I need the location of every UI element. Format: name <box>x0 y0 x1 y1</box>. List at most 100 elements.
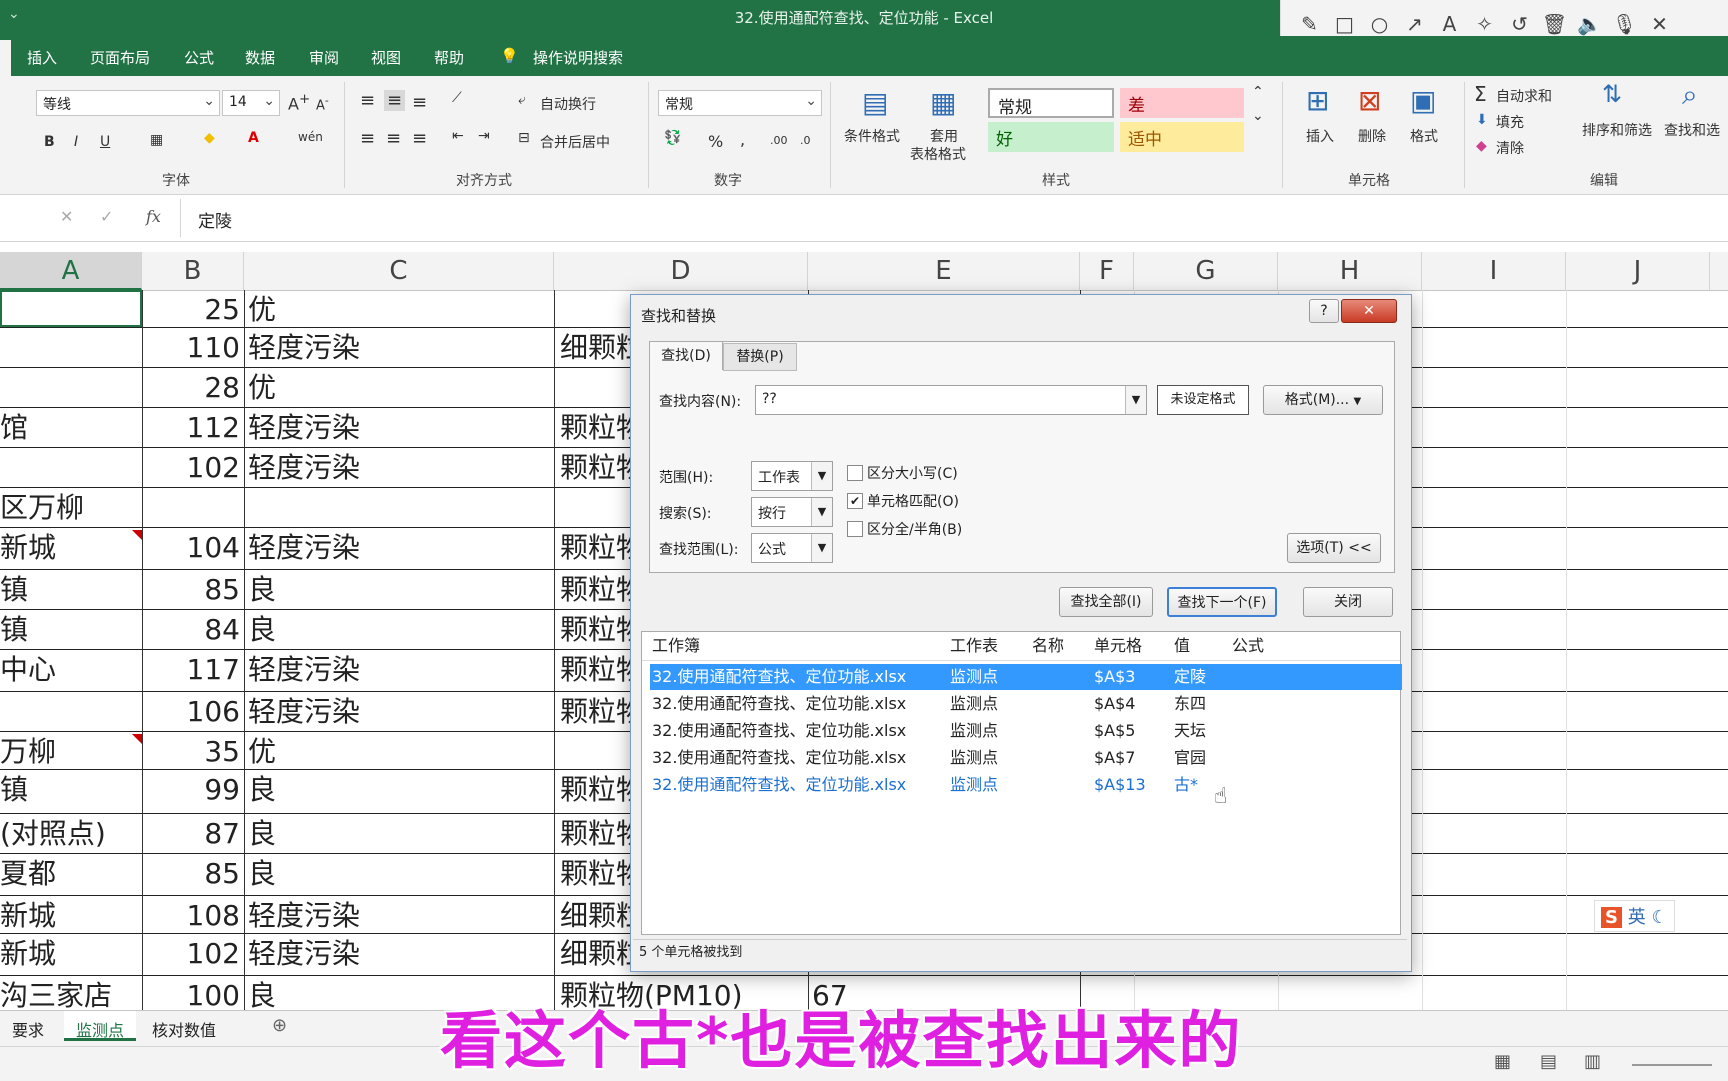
cell-a[interactable]: 镇 <box>0 610 140 649</box>
cell-a[interactable] <box>0 328 140 367</box>
trash-icon[interactable]: 🗑 <box>1540 12 1569 36</box>
rectangle-icon[interactable]: □ <box>1330 12 1359 36</box>
style-neutral[interactable]: 适中 <box>1120 122 1244 152</box>
autosum-button[interactable]: 自动求和 <box>1496 86 1552 106</box>
look-in-select[interactable]: 公式 ▼ <box>751 533 833 563</box>
tab-insert[interactable]: 插入 <box>27 47 57 68</box>
close-button[interactable]: 关闭 <box>1303 587 1393 617</box>
cell-b[interactable]: 117 <box>142 650 240 691</box>
close-icon[interactable]: ✕ <box>1341 299 1397 323</box>
cell-b[interactable]: 85 <box>142 570 240 609</box>
styles-scroll-up-icon[interactable]: ⌃ <box>1252 84 1264 100</box>
options-button[interactable]: 选项(T) << <box>1287 533 1381 563</box>
font-size-combo[interactable]: 14 ⌄ <box>222 90 280 116</box>
tab-data[interactable]: 数据 <box>245 47 275 68</box>
cell-a[interactable] <box>0 448 140 487</box>
list-item[interactable]: 32.使用通配符查找、定位功能.xlsx 监测点 $A$7 官园 <box>650 745 1402 771</box>
cell-c[interactable]: 优 <box>248 368 548 407</box>
cell-c[interactable]: 轻度污染 <box>248 408 548 447</box>
tab-view[interactable]: 视图 <box>371 47 401 68</box>
cell-b[interactable]: 99 <box>142 770 240 813</box>
cell-a[interactable]: 镇 <box>0 570 140 609</box>
tab-replace[interactable]: 替换(P) <box>723 343 797 371</box>
column-header-h[interactable]: H <box>1278 252 1422 290</box>
cell-b[interactable]: 87 <box>142 814 240 853</box>
cell-c[interactable]: 轻度污染 <box>248 328 548 367</box>
fill-color-icon[interactable]: ◆ <box>204 130 215 146</box>
wrap-text-button[interactable]: 自动换行 <box>540 94 596 114</box>
table-format-button-line1[interactable]: 套用 <box>930 126 958 146</box>
cell-c[interactable]: 良 <box>248 854 548 895</box>
insert-button[interactable]: 插入 <box>1306 126 1334 146</box>
cell-a[interactable]: 区万柳 <box>0 488 140 527</box>
header-cell[interactable]: 单元格 <box>1094 632 1142 660</box>
fill-button[interactable]: 填充 <box>1496 112 1524 132</box>
comment-indicator[interactable] <box>132 530 142 540</box>
align-bottom-icon[interactable]: ≡ <box>412 92 427 113</box>
style-good[interactable]: 好 <box>988 122 1114 152</box>
header-value[interactable]: 值 <box>1174 632 1190 660</box>
percent-button[interactable]: % <box>708 132 723 151</box>
font-color-icon[interactable]: A <box>248 130 259 146</box>
cell-b[interactable]: 102 <box>142 934 240 975</box>
style-normal[interactable]: 常规 <box>988 88 1114 118</box>
cell-b[interactable]: 85 <box>142 854 240 895</box>
cell-c[interactable]: 良 <box>248 770 548 813</box>
orientation-icon[interactable]: ⟋ <box>452 90 462 106</box>
column-header-g[interactable]: G <box>1134 252 1278 290</box>
match-byte-checkbox[interactable] <box>847 521 863 537</box>
decrease-indent-icon[interactable]: ⇤ <box>452 128 464 144</box>
currency-icon[interactable]: 💱 <box>664 130 681 146</box>
find-next-button[interactable]: 查找下一个(F) <box>1167 587 1277 617</box>
align-right-icon[interactable]: ≡ <box>412 128 427 149</box>
enter-icon[interactable]: ✓ <box>100 207 113 226</box>
increase-indent-icon[interactable]: ⇥ <box>478 128 490 144</box>
ime-indicator[interactable]: S 英 ☾ <box>1594 900 1675 932</box>
table-format-button-line2[interactable]: 表格格式 <box>910 144 966 164</box>
border-icon[interactable]: ▦ <box>150 132 163 148</box>
tab-review[interactable]: 审阅 <box>309 47 339 68</box>
cell-c[interactable]: 优 <box>248 732 548 769</box>
column-header-a[interactable]: A <box>0 252 142 290</box>
comment-indicator[interactable] <box>132 734 142 744</box>
sheet-tab-monitoring[interactable]: 监测点 <box>64 1011 137 1041</box>
find-select-button[interactable]: 查找和选 <box>1664 120 1720 140</box>
cell-a[interactable]: 万柳 <box>0 732 140 769</box>
search-order-select[interactable]: 按行 ▼ <box>751 497 833 527</box>
cell-a[interactable] <box>0 290 142 327</box>
pencil-icon[interactable]: ✎ <box>1295 12 1324 36</box>
sheet-tab-requirements[interactable]: 要求 <box>12 1017 44 1041</box>
conditional-format-button[interactable]: 条件格式 <box>844 126 900 146</box>
help-button[interactable]: ? <box>1309 299 1339 323</box>
clear-button[interactable]: 清除 <box>1496 138 1524 158</box>
sort-filter-button[interactable]: 排序和筛选 <box>1582 120 1652 140</box>
cell-b[interactable]: 84 <box>142 610 240 649</box>
find-all-button[interactable]: 查找全部(I) <box>1059 587 1153 617</box>
cell-b[interactable]: 108 <box>142 896 240 933</box>
header-formula[interactable]: 公式 <box>1232 632 1264 660</box>
formula-input[interactable]: 定陵 <box>198 207 232 232</box>
delete-button[interactable]: 删除 <box>1358 126 1386 146</box>
cell-c[interactable] <box>248 488 548 527</box>
cell-c[interactable]: 轻度污染 <box>248 896 548 933</box>
list-item[interactable]: 32.使用通配符查找、定位功能.xlsx 监测点 $A$13 古* <box>650 772 1402 798</box>
cell-b[interactable]: 102 <box>142 448 240 487</box>
cell-b[interactable]: 106 <box>142 692 240 731</box>
format-button[interactable]: 格式 <box>1410 126 1438 146</box>
cell-a[interactable]: 新城 <box>0 528 140 569</box>
magic-wand-icon[interactable]: ✧ <box>1470 12 1499 36</box>
increase-decimal-icon[interactable]: .00 <box>770 134 788 147</box>
align-center-icon[interactable]: ≡ <box>386 128 401 149</box>
column-header-e[interactable]: E <box>808 252 1080 290</box>
tab-help[interactable]: 帮助 <box>434 47 464 68</box>
cell-c[interactable]: 轻度污染 <box>248 448 548 487</box>
match-entire-cell-checkbox[interactable]: ✔ <box>847 493 863 509</box>
cell-a[interactable]: (对照点) <box>0 814 140 853</box>
add-sheet-icon[interactable]: ⊕ <box>272 1015 287 1036</box>
header-sheet[interactable]: 工作表 <box>950 632 998 660</box>
header-name[interactable]: 名称 <box>1032 632 1064 660</box>
align-middle-icon[interactable]: ≡ <box>384 90 406 111</box>
number-format-combo[interactable]: 常规 ⌄ <box>658 90 822 116</box>
speaker-icon[interactable]: 🔈 <box>1575 12 1604 36</box>
list-item[interactable]: 32.使用通配符查找、定位功能.xlsx 监测点 $A$4 东四 <box>650 691 1402 717</box>
